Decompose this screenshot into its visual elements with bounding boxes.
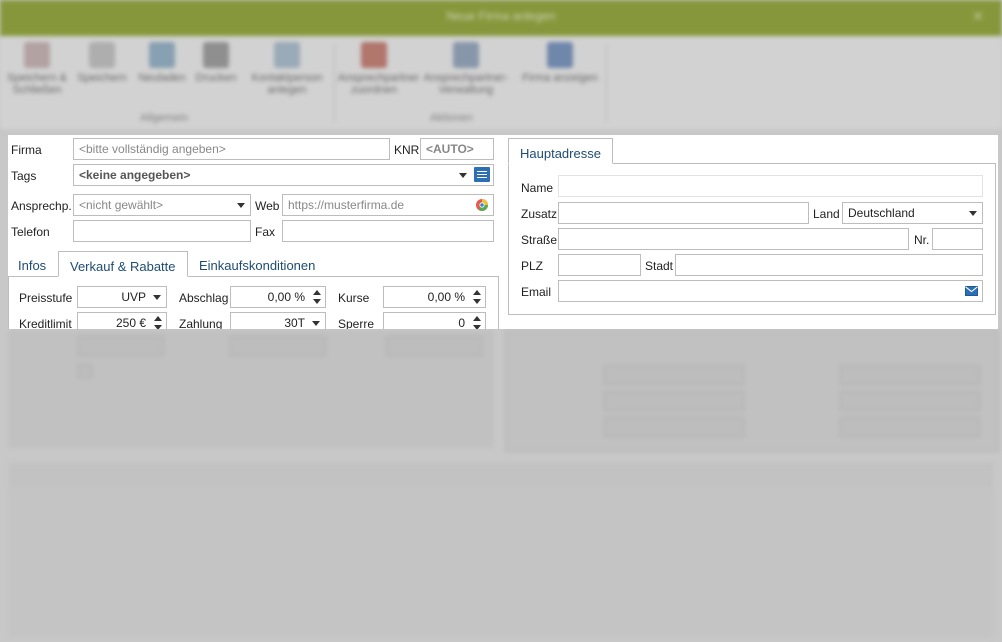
chevron-down-icon[interactable] (153, 295, 161, 300)
firma-input[interactable]: <bitte vollständig angeben> (73, 138, 390, 160)
web-label: Web (255, 199, 280, 213)
zusatz-input[interactable] (558, 202, 809, 224)
stadt-label: Stadt (645, 259, 674, 273)
email-label: Email (521, 285, 552, 299)
name-input[interactable] (558, 175, 983, 197)
name-label: Name (521, 181, 554, 195)
fax-input[interactable] (282, 220, 494, 242)
tab-verkauf-rabatte[interactable]: Verkauf & Rabatte (58, 251, 188, 277)
land-label: Land (813, 207, 840, 221)
web-input[interactable]: https://musterfirma.de (282, 194, 494, 216)
tags-select[interactable]: <keine angegeben> (73, 164, 494, 186)
tab-content-border (498, 276, 499, 329)
land-select[interactable]: Deutschland (842, 202, 983, 224)
zahlung-select[interactable]: 30T (230, 312, 326, 329)
kreditlimit-stepper[interactable]: 250 € (77, 312, 167, 329)
chevron-down-icon[interactable] (459, 173, 467, 178)
stadt-input[interactable] (675, 254, 983, 276)
land-value: Deutschland (848, 206, 915, 220)
spin-icon[interactable] (472, 289, 482, 305)
knr-field[interactable]: <AUTO> (420, 138, 494, 160)
plz-label: PLZ (521, 259, 544, 273)
abschlag-value: 0,00 % (267, 290, 305, 304)
preisstufe-label: Preisstufe (19, 291, 73, 305)
zahlung-label: Zahlung (179, 317, 223, 329)
tags-value: <keine angegeben> (79, 168, 191, 182)
mail-icon[interactable] (965, 286, 978, 296)
preisstufe-select[interactable]: UVP (77, 286, 167, 308)
sperre-value: 0 (458, 316, 465, 329)
ansprech-value: <nicht gewählt> (79, 198, 164, 212)
sperre-stepper[interactable]: 0 (383, 312, 486, 329)
chevron-down-icon[interactable] (969, 211, 977, 216)
zusatz-label: Zusatz (521, 207, 558, 221)
preisstufe-value: UVP (121, 290, 146, 304)
list-edit-icon[interactable] (474, 167, 490, 182)
kreditlimit-label: Kreditlimit (19, 317, 72, 329)
zahlung-value: 30T (284, 316, 305, 329)
strasse-input[interactable] (558, 228, 909, 250)
abschlag-label: Abschlag (179, 291, 229, 305)
telefon-label: Telefon (11, 225, 50, 239)
tab-einkaufskonditionen[interactable]: Einkaufskonditionen (199, 258, 315, 273)
telefon-input[interactable] (73, 220, 251, 242)
knr-label: KNR (394, 143, 420, 157)
sperre-label: Sperre (338, 317, 375, 329)
nr-input[interactable] (932, 228, 983, 250)
tags-label: Tags (11, 169, 37, 183)
kreditlimit-value: 250 € (115, 316, 146, 329)
web-placeholder: https://musterfirma.de (288, 198, 405, 212)
kurse-stepper[interactable]: 0,00 % (383, 286, 486, 308)
nr-label: Nr. (914, 233, 930, 247)
spin-icon[interactable] (472, 315, 482, 329)
abschlag-stepper[interactable]: 0,00 % (230, 286, 326, 308)
fax-label: Fax (255, 225, 276, 239)
browser-icon[interactable] (475, 198, 489, 212)
sales-row-2: Kreditlimit 250 € Zahlung 30T Sperre 0 (8, 311, 498, 329)
company-form-panel: Firma <bitte vollständig angeben> KNR <A… (8, 135, 998, 329)
plz-input[interactable] (558, 254, 641, 276)
ansprech-select[interactable]: <nicht gewählt> (73, 194, 251, 216)
chevron-down-icon[interactable] (237, 203, 245, 208)
strasse-label: Straße (521, 233, 558, 247)
chevron-down-icon[interactable] (312, 321, 320, 326)
firma-label: Firma (11, 143, 42, 157)
kurse-label: Kurse (338, 291, 370, 305)
tab-hauptadresse[interactable]: Hauptadresse (508, 138, 613, 164)
tab-infos[interactable]: Infos (18, 258, 46, 273)
kurse-value: 0,00 % (427, 290, 465, 304)
spin-icon[interactable] (312, 289, 322, 305)
ansprech-label: Ansprechp. (11, 199, 72, 213)
email-input[interactable] (558, 280, 983, 302)
spin-icon[interactable] (153, 315, 163, 329)
